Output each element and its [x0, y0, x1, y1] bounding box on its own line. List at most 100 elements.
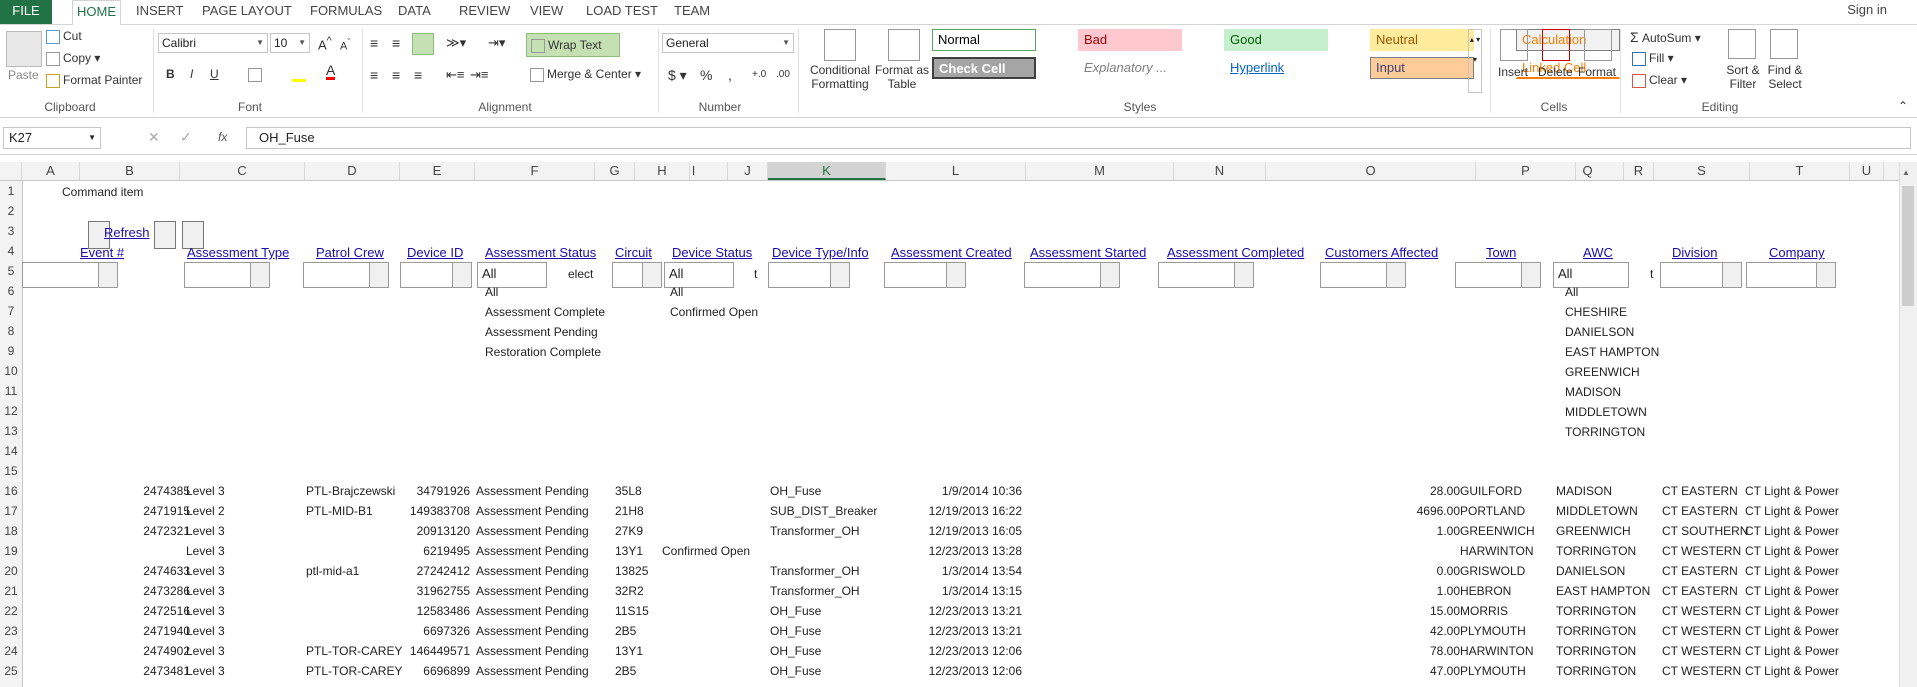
- combo-dropdown-button[interactable]: [452, 263, 471, 287]
- cell-cust[interactable]: 28.00: [1395, 481, 1460, 501]
- cell-created[interactable]: 12/19/2013 16:05: [914, 521, 1022, 541]
- control-handle[interactable]: [154, 221, 176, 249]
- combo-dropdown-button[interactable]: [1816, 263, 1835, 287]
- cell-dstatus[interactable]: [662, 481, 772, 501]
- cell-crew[interactable]: PTL-Brajczewski: [306, 481, 416, 501]
- cell-device[interactable]: 20913120: [408, 521, 470, 541]
- cell-type[interactable]: Level 3: [186, 641, 256, 661]
- scroll-up-icon[interactable]: ▲: [1902, 168, 1910, 177]
- device-filter-option[interactable]: All: [670, 282, 758, 302]
- header-town[interactable]: Town: [1486, 245, 1516, 260]
- cell-crew[interactable]: [306, 601, 416, 621]
- cell-created[interactable]: 12/23/2013 12:06: [914, 661, 1022, 681]
- awc-filter-option[interactable]: DANIELSON: [1565, 322, 1659, 342]
- cell-cust[interactable]: [1395, 541, 1460, 561]
- combo-dropdown-button[interactable]: [1386, 263, 1405, 287]
- header-device-type[interactable]: Device Type/Info: [772, 245, 869, 260]
- header-awc[interactable]: AWC: [1583, 245, 1613, 260]
- cell-cust[interactable]: 42.00: [1395, 621, 1460, 641]
- cell-dtype[interactable]: OH_Fuse: [770, 601, 890, 621]
- cell-crew[interactable]: PTL-TOR-CAREY: [306, 661, 416, 681]
- cell-town[interactable]: MORRIS: [1460, 601, 1560, 621]
- cell-type[interactable]: Level 3: [186, 481, 256, 501]
- combo-dropdown-button[interactable]: [1521, 263, 1540, 287]
- refresh-link[interactable]: Refresh: [104, 223, 150, 243]
- awc-filter-option[interactable]: MIDDLETOWN: [1565, 402, 1659, 422]
- cell-created[interactable]: 1/9/2014 10:36: [914, 481, 1022, 501]
- header-division[interactable]: Division: [1672, 245, 1718, 260]
- cell-town[interactable]: GREENWICH: [1460, 521, 1560, 541]
- combo-dropdown-button[interactable]: [1234, 263, 1253, 287]
- cell-crew[interactable]: PTL-TOR-CAREY: [306, 641, 416, 661]
- cell-dtype[interactable]: OH_Fuse: [770, 621, 890, 641]
- filter-combo[interactable]: [1660, 262, 1742, 288]
- cell-crew[interactable]: PTL-MID-B1: [306, 501, 416, 521]
- cell-type[interactable]: Level 2: [186, 501, 256, 521]
- cell-type[interactable]: Level 3: [186, 581, 256, 601]
- filter-combo[interactable]: [1455, 262, 1541, 288]
- cell-awc[interactable]: TORRINGTON: [1556, 621, 1646, 641]
- cell-crew[interactable]: ptl-mid-a1: [306, 561, 416, 581]
- cell-co[interactable]: CT Light & Power: [1745, 601, 1875, 621]
- filter-combo[interactable]: [1158, 262, 1254, 288]
- cell-dtype[interactable]: Transformer_OH: [770, 561, 890, 581]
- cell-dstatus[interactable]: [662, 521, 772, 541]
- cell-co[interactable]: CT Light & Power: [1745, 561, 1875, 581]
- cell-town[interactable]: PLYMOUTH: [1460, 621, 1560, 641]
- cell-dstatus[interactable]: [662, 661, 772, 681]
- cell-status[interactable]: Assessment Pending: [476, 581, 616, 601]
- awc-filter-option[interactable]: MADISON: [1565, 382, 1659, 402]
- combo-dropdown-button[interactable]: [946, 263, 965, 287]
- cell-event[interactable]: 2471940: [130, 621, 190, 641]
- cell-type[interactable]: Level 3: [186, 661, 256, 681]
- cell-div[interactable]: CT WESTERN: [1662, 661, 1752, 681]
- filter-combo[interactable]: [768, 262, 850, 288]
- cell-cust[interactable]: 47.00: [1395, 661, 1460, 681]
- cell-status[interactable]: Assessment Pending: [476, 661, 616, 681]
- cell-town[interactable]: GRISWOLD: [1460, 561, 1560, 581]
- cell-dstatus[interactable]: [662, 621, 772, 641]
- combo-dropdown-button[interactable]: [830, 263, 849, 287]
- cell-town[interactable]: PORTLAND: [1460, 501, 1560, 521]
- cell-device[interactable]: 6219495: [408, 541, 470, 561]
- cell-created[interactable]: 1/3/2014 13:54: [914, 561, 1022, 581]
- awc-filter-option[interactable]: All: [1565, 282, 1659, 302]
- cell-town[interactable]: HARWINTON: [1460, 541, 1560, 561]
- scrollbar-thumb[interactable]: [1902, 186, 1914, 306]
- cell-co[interactable]: CT Light & Power: [1745, 581, 1875, 601]
- cell-event[interactable]: 2472516: [130, 601, 190, 621]
- cell-dtype[interactable]: OH_Fuse: [770, 481, 890, 501]
- cell-device[interactable]: 149383708: [408, 501, 470, 521]
- cell-crew[interactable]: [306, 621, 416, 641]
- header-customers-affected[interactable]: Customers Affected: [1325, 245, 1438, 260]
- cell-created[interactable]: 12/23/2013 13:21: [914, 621, 1022, 641]
- cell-event[interactable]: 2474633: [130, 561, 190, 581]
- cell-div[interactable]: CT EASTERN: [1662, 561, 1752, 581]
- cell-co[interactable]: CT Light & Power: [1745, 621, 1875, 641]
- awc-filter-option[interactable]: CHESHIRE: [1565, 302, 1659, 322]
- status-filter-option[interactable]: Assessment Pending: [485, 322, 605, 342]
- header-assessment-completed[interactable]: Assessment Completed: [1167, 245, 1304, 260]
- cell-status[interactable]: Assessment Pending: [476, 501, 616, 521]
- cell-status[interactable]: Assessment Pending: [476, 601, 616, 621]
- cell-awc[interactable]: TORRINGTON: [1556, 601, 1646, 621]
- status-filter-option[interactable]: Restoration Complete: [485, 342, 605, 362]
- cell-dstatus[interactable]: [662, 501, 772, 521]
- cell-town[interactable]: PLYMOUTH: [1460, 661, 1560, 681]
- filter-combo[interactable]: [1320, 262, 1406, 288]
- cell-device[interactable]: 34791926: [408, 481, 470, 501]
- cell-co[interactable]: CT Light & Power: [1745, 521, 1875, 541]
- cell-event[interactable]: [130, 541, 190, 561]
- cell-dtype[interactable]: OH_Fuse: [770, 641, 890, 661]
- cell-device[interactable]: 6696899: [408, 661, 470, 681]
- cell-dtype[interactable]: SUB_DIST_Breaker: [770, 501, 890, 521]
- combo-dropdown-button[interactable]: [1100, 263, 1119, 287]
- cell-div[interactable]: CT SOUTHERN: [1662, 521, 1752, 541]
- cell-dtype[interactable]: [770, 541, 890, 561]
- combo-dropdown-button[interactable]: [98, 263, 117, 287]
- header-circuit[interactable]: Circuit: [615, 245, 652, 260]
- cell-created[interactable]: 12/19/2013 16:22: [914, 501, 1022, 521]
- combo-dropdown-button[interactable]: [1722, 263, 1741, 287]
- filter-combo[interactable]: [884, 262, 966, 288]
- device-filter-option[interactable]: Confirmed Open: [670, 302, 758, 322]
